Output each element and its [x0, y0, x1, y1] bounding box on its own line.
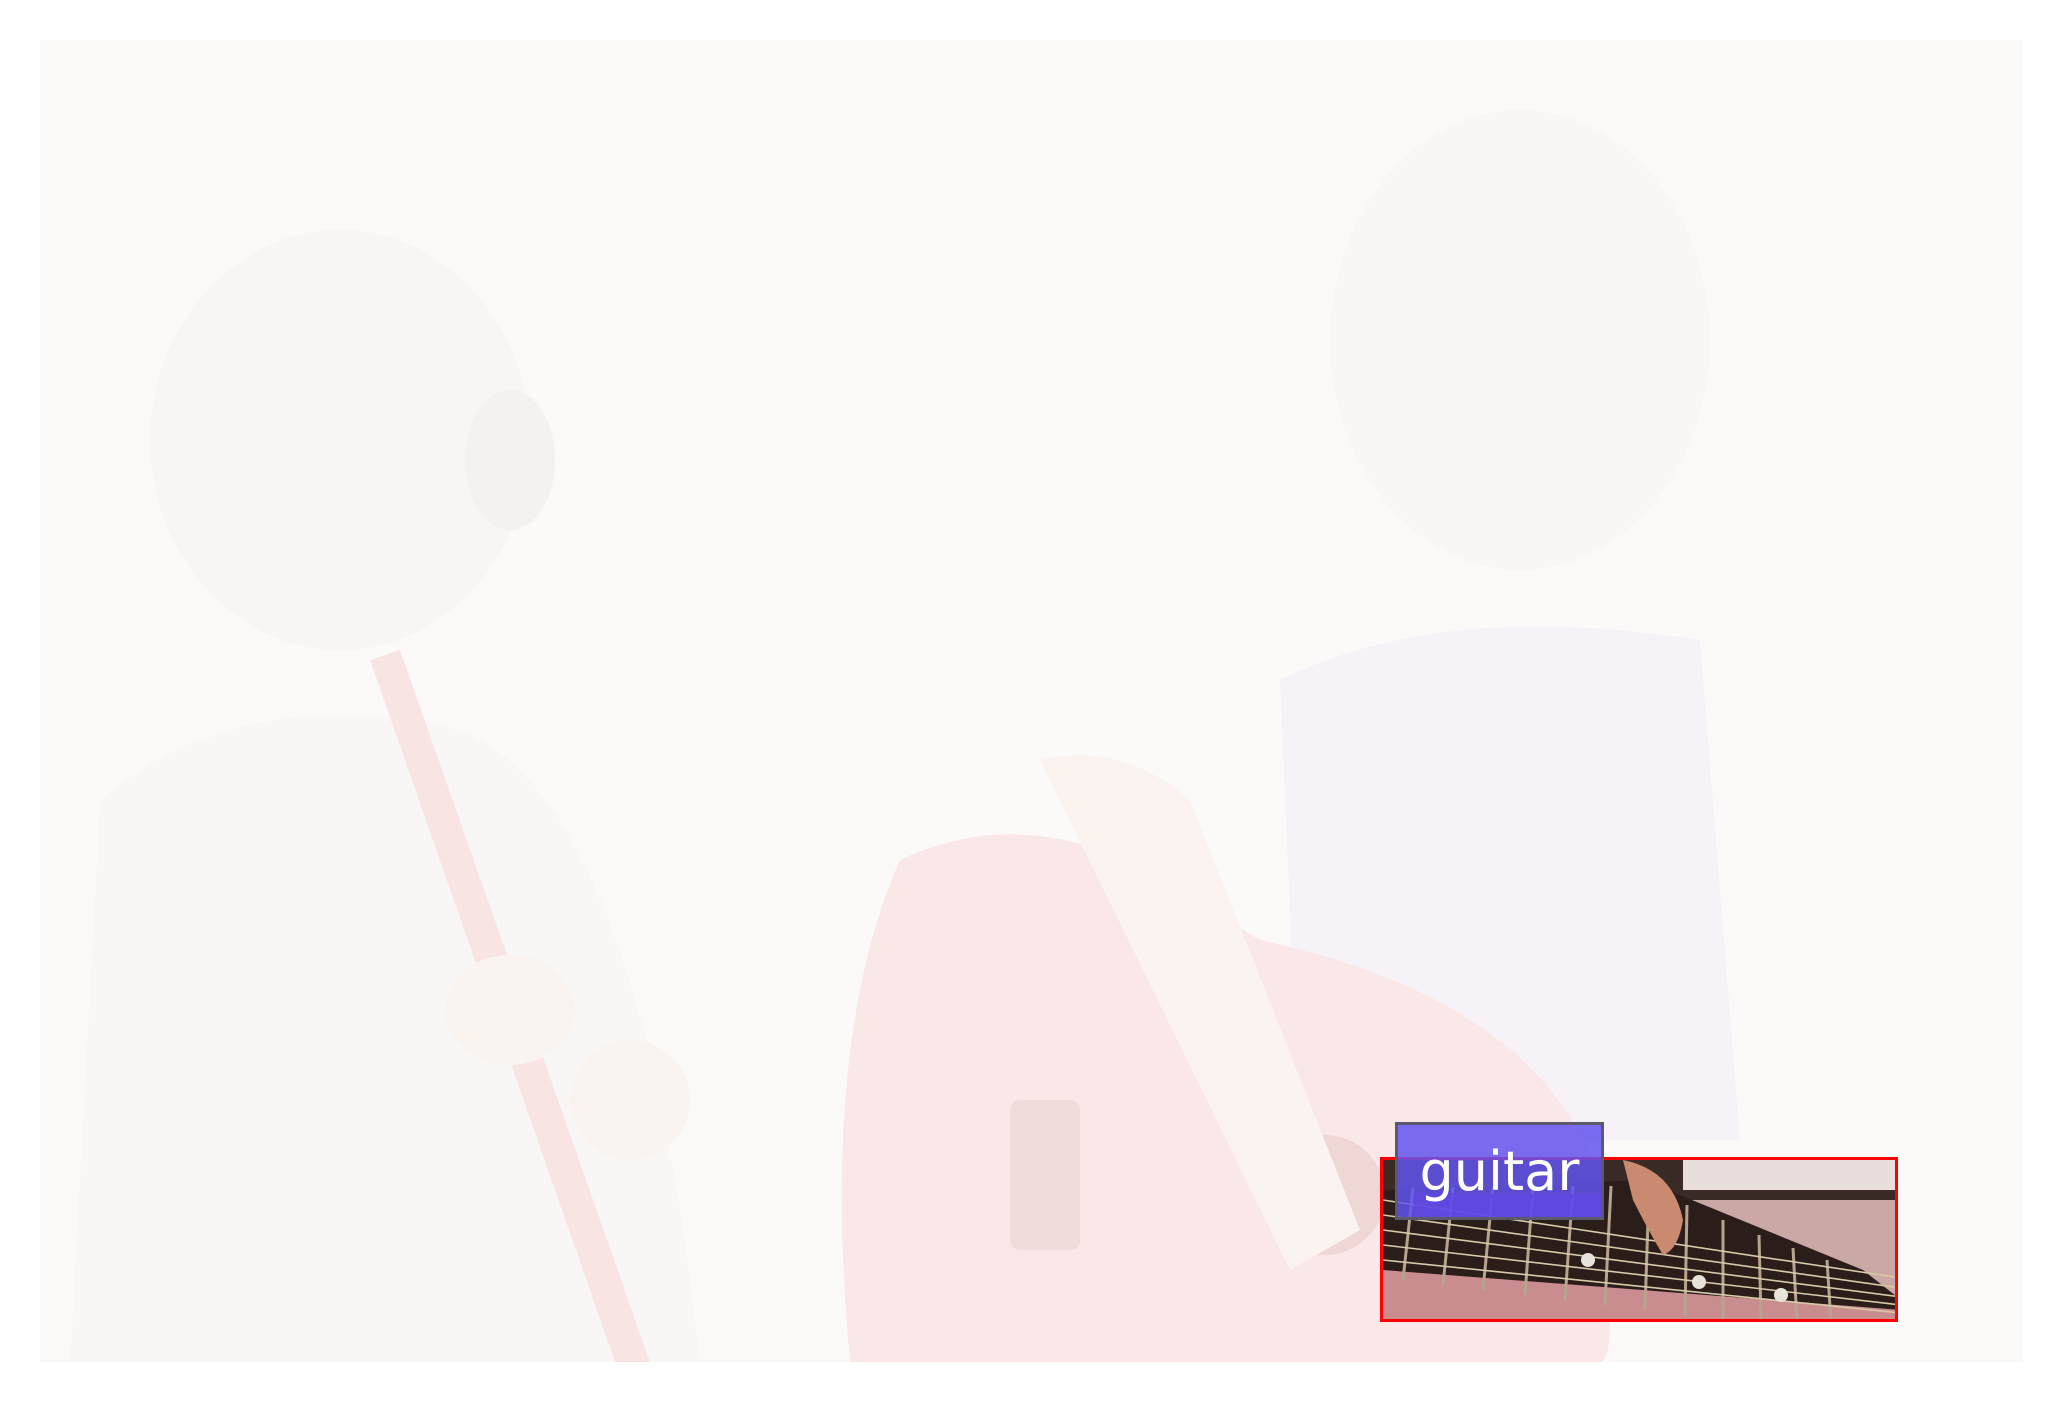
object-label-guitar: guitar [1395, 1122, 1604, 1220]
